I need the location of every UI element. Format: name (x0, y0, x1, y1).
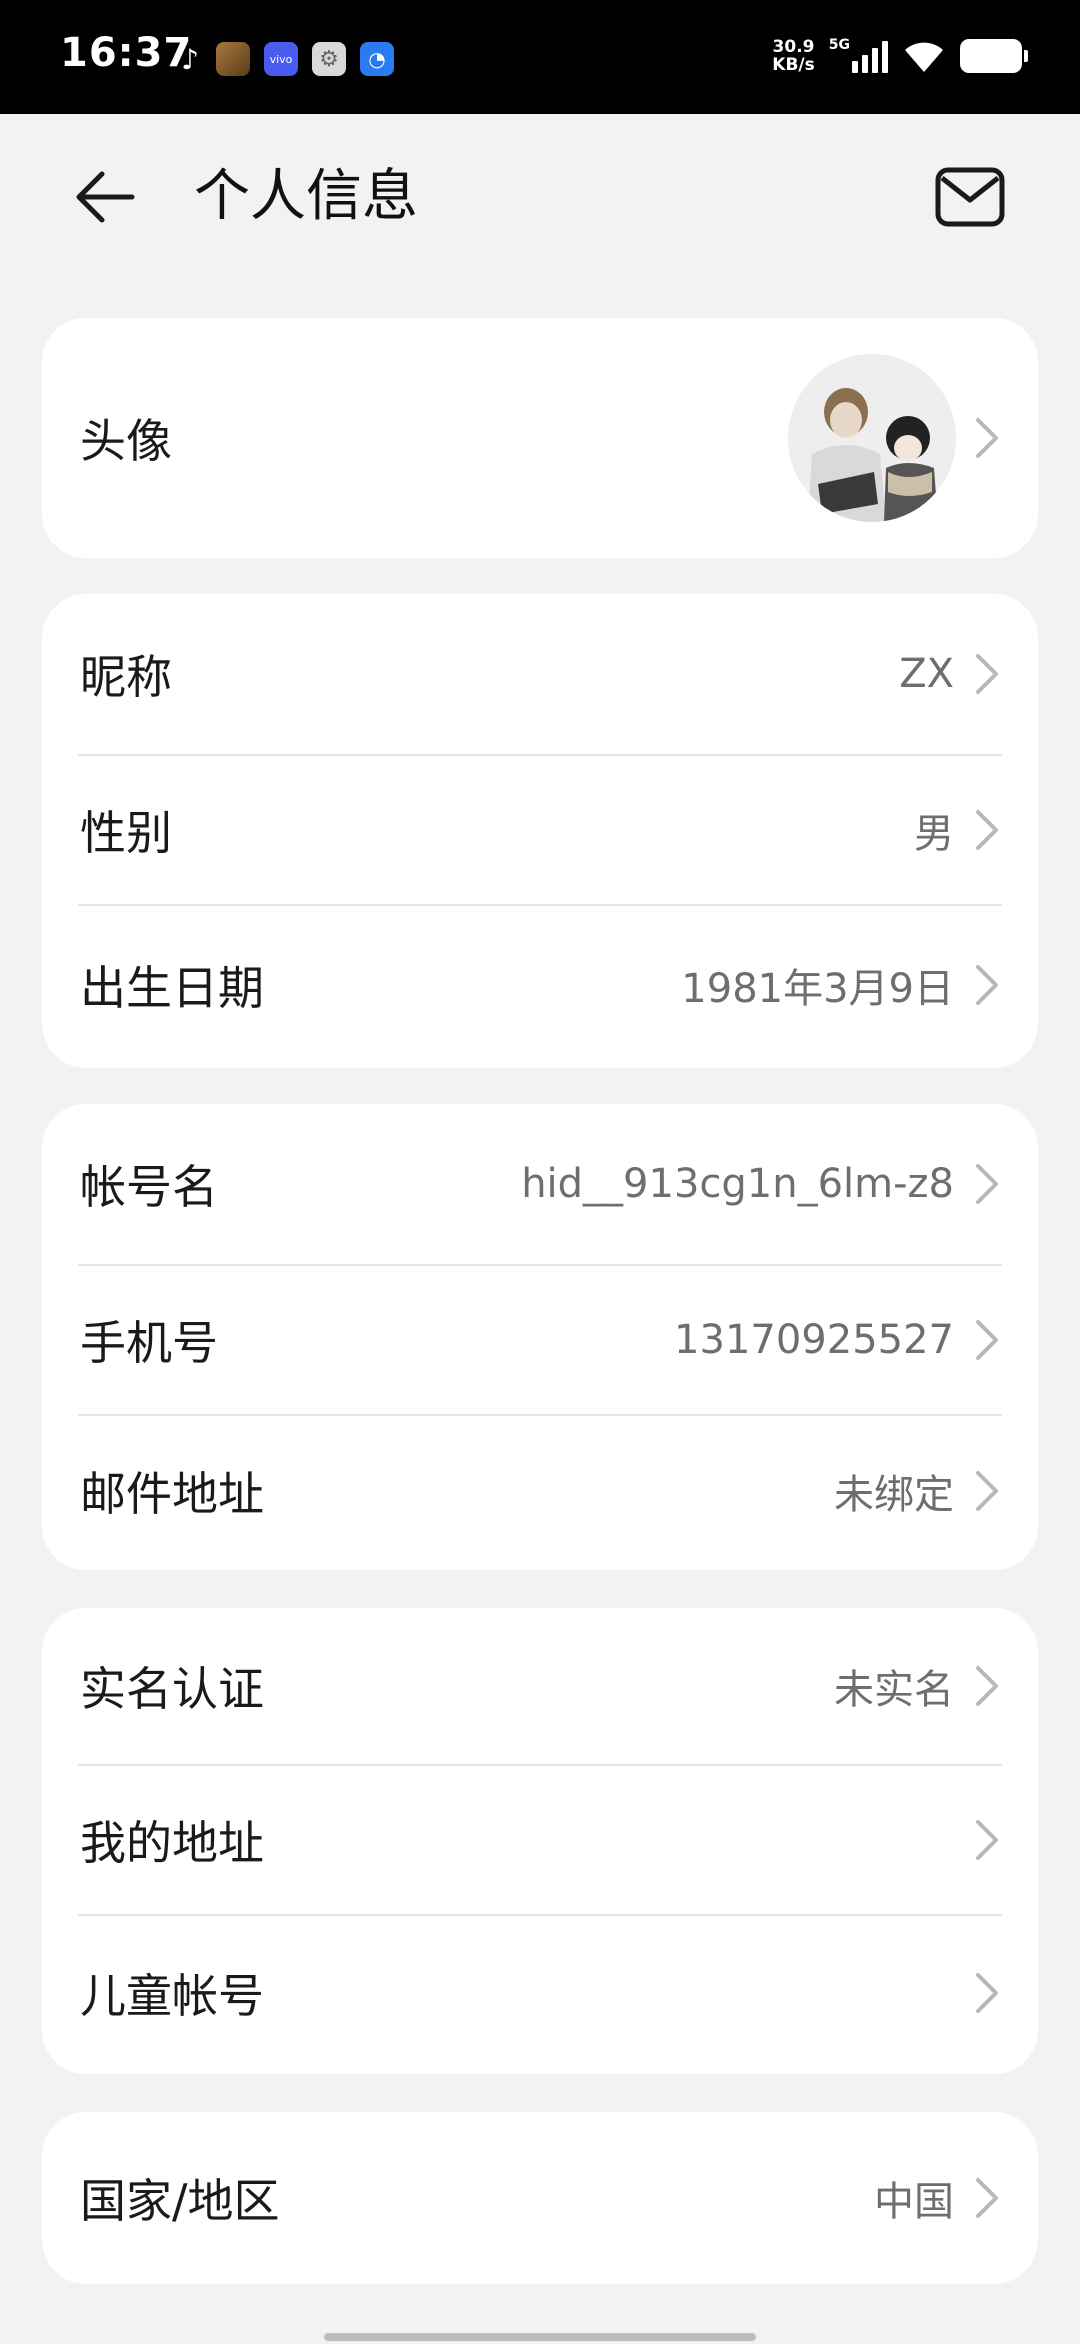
wifi-icon (905, 42, 943, 72)
chevron-right-icon (976, 1471, 998, 1511)
chevron-right-icon (976, 654, 998, 694)
browser-icon: ◔ (360, 42, 394, 76)
country-value: 中国 (874, 2179, 954, 2225)
birthday-value: 1981年3月9日 (681, 966, 954, 1012)
birthday-label: 出生日期 (80, 961, 264, 1015)
country-label: 国家/地区 (80, 2174, 280, 2228)
nickname-value: ZX (899, 651, 954, 697)
chevron-right-icon (976, 1973, 998, 2013)
chevron-right-icon (976, 1820, 998, 1860)
email-label: 邮件地址 (80, 1467, 264, 1521)
chevron-right-icon (976, 418, 998, 458)
chevron-right-icon (976, 1164, 998, 1204)
account-name-row[interactable]: 帐号名 hid__913cg1n_6lm-z8 (42, 1104, 1038, 1264)
chevron-right-icon (976, 965, 998, 1005)
signal-icon: 5G (828, 37, 888, 73)
page-header: 个人信息 (0, 114, 1080, 284)
gender-label: 性别 (80, 806, 172, 860)
birthday-row[interactable]: 出生日期 1981年3月9日 (42, 906, 1038, 1064)
real-name-row[interactable]: 实名认证 未实名 (42, 1608, 1038, 1764)
nickname-label: 昵称 (80, 650, 172, 704)
chevron-right-icon (976, 810, 998, 850)
network-speed-unit: KB/s (772, 55, 815, 75)
child-account-label: 儿童帐号 (80, 1969, 264, 2023)
chevron-right-icon (976, 1666, 998, 1706)
region-card: 国家/地区 中国 (42, 2112, 1038, 2284)
game-icon (216, 42, 250, 76)
child-account-row[interactable]: 儿童帐号 (42, 1916, 1038, 2070)
account-name-value: hid__913cg1n_6lm-z8 (521, 1161, 954, 1207)
vivo-icon: vivo (264, 42, 298, 76)
nickname-row[interactable]: 昵称 ZX (42, 594, 1038, 754)
gender-value: 男 (914, 811, 954, 857)
page-title: 个人信息 (194, 164, 418, 229)
account-name-label: 帐号名 (80, 1160, 218, 1214)
network-speed-value: 30.9 (772, 37, 815, 57)
my-address-row[interactable]: 我的地址 (42, 1766, 1038, 1914)
chevron-right-icon (976, 2178, 998, 2218)
real-name-label: 实名认证 (80, 1662, 264, 1716)
arrow-left-icon[interactable] (70, 162, 140, 232)
email-row[interactable]: 邮件地址 未绑定 (42, 1416, 1038, 1566)
other-card: 实名认证 未实名 我的地址 儿童帐号 (42, 1608, 1038, 2074)
status-time: 16:37 (60, 30, 193, 76)
tiktok-icon: ♪ (181, 42, 199, 76)
real-name-value: 未实名 (834, 1667, 954, 1713)
phone-label: 手机号 (80, 1316, 218, 1370)
settings-icon: ⚙ (312, 42, 346, 76)
battery-icon (960, 39, 1028, 73)
status-bar: 16:37 ♪ vivo ⚙ ◔ 30.9 KB/s 5G (0, 0, 1080, 114)
mail-icon[interactable] (934, 166, 1006, 228)
chevron-right-icon (976, 1320, 998, 1360)
home-indicator[interactable] (324, 2333, 756, 2341)
country-row[interactable]: 国家/地区 中国 (42, 2112, 1038, 2284)
avatar-row[interactable]: 头像 (42, 318, 1038, 558)
avatar-card: 头像 (42, 318, 1038, 558)
network-speed: 30.9 KB/s (772, 38, 814, 74)
email-value: 未绑定 (834, 1472, 954, 1518)
avatar-image (788, 354, 956, 522)
my-address-label: 我的地址 (80, 1816, 264, 1870)
status-app-icons: ♪ vivo ⚙ ◔ (178, 42, 394, 76)
phone-row[interactable]: 手机号 13170925527 (42, 1266, 1038, 1414)
account-card: 帐号名 hid__913cg1n_6lm-z8 手机号 13170925527 … (42, 1104, 1038, 1570)
status-right: 30.9 KB/s 5G (772, 37, 1028, 74)
phone-value: 13170925527 (674, 1317, 954, 1363)
avatar-label: 头像 (80, 414, 172, 468)
profile-card: 昵称 ZX 性别 男 出生日期 1981年3月9日 (42, 594, 1038, 1068)
gender-row[interactable]: 性别 男 (42, 756, 1038, 904)
network-type-label: 5G (828, 37, 850, 53)
